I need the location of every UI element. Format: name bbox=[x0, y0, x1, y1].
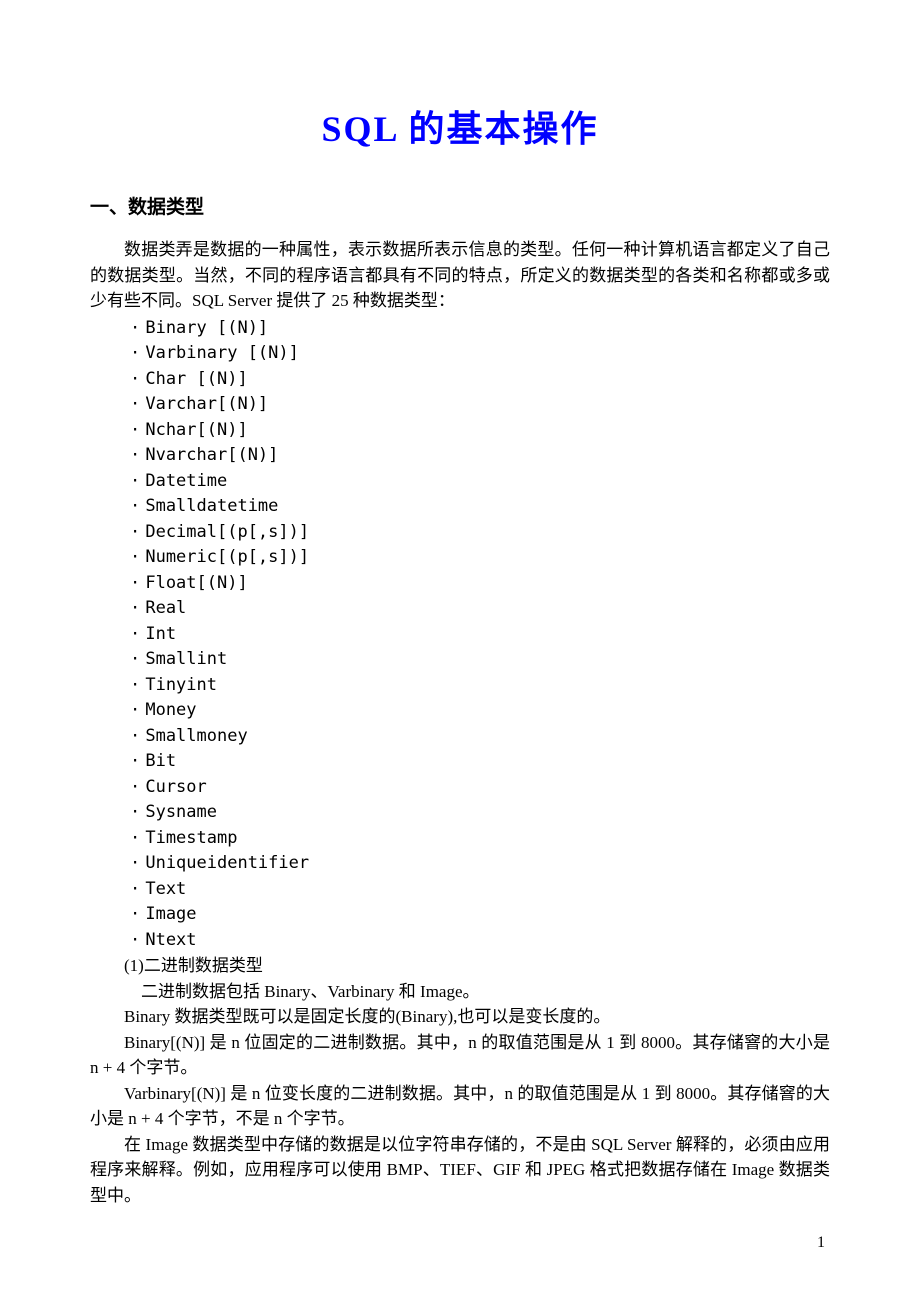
list-item: Uniqueidentifier bbox=[130, 851, 830, 877]
subsection-heading: (1)二进制数据类型 bbox=[124, 953, 830, 979]
list-item: Int bbox=[130, 622, 830, 648]
document-title: SQL 的基本操作 bbox=[90, 100, 830, 152]
subsection-intro: 二进制数据包括 Binary、Varbinary 和 Image。 bbox=[141, 979, 830, 1005]
image-paragraph: 在 Image 数据类型中存储的数据是以位字符串存储的，不是由 SQL Serv… bbox=[90, 1132, 830, 1209]
list-item: Real bbox=[130, 596, 830, 622]
intro-paragraph: 数据类弄是数据的一种属性，表示数据所表示信息的类型。任何一种计算机语言都定义了自… bbox=[90, 237, 830, 314]
list-item: Float[(N)] bbox=[130, 571, 830, 597]
list-item: Smallint bbox=[130, 647, 830, 673]
list-item: Char [(N)] bbox=[130, 367, 830, 393]
list-item: Decimal[(p[,s])] bbox=[130, 520, 830, 546]
list-item: Smallmoney bbox=[130, 724, 830, 750]
list-item: Smalldatetime bbox=[130, 494, 830, 520]
list-item: Bit bbox=[130, 749, 830, 775]
list-item: Timestamp bbox=[130, 826, 830, 852]
list-item: Varchar[(N)] bbox=[130, 392, 830, 418]
section-heading: 一、数据类型 bbox=[90, 192, 830, 219]
page-number: 1 bbox=[817, 1234, 825, 1252]
list-item: Text bbox=[130, 877, 830, 903]
list-item: Sysname bbox=[130, 800, 830, 826]
data-type-list: Binary [(N)] Varbinary [(N)] Char [(N)] … bbox=[130, 316, 830, 954]
list-item: Varbinary [(N)] bbox=[130, 341, 830, 367]
list-item: Numeric[(p[,s])] bbox=[130, 545, 830, 571]
list-item: Image bbox=[130, 902, 830, 928]
list-item: Binary [(N)] bbox=[130, 316, 830, 342]
binary-paragraph-2: Binary[(N)] 是 n 位固定的二进制数据。其中，n 的取值范围是从 1… bbox=[90, 1030, 830, 1081]
list-item: Money bbox=[130, 698, 830, 724]
list-item: Nchar[(N)] bbox=[130, 418, 830, 444]
list-item: Datetime bbox=[130, 469, 830, 495]
list-item: Nvarchar[(N)] bbox=[130, 443, 830, 469]
binary-paragraph-1: Binary 数据类型既可以是固定长度的(Binary),也可以是变长度的。 bbox=[90, 1004, 830, 1030]
list-item: Ntext bbox=[130, 928, 830, 954]
list-item: Tinyint bbox=[130, 673, 830, 699]
varbinary-paragraph: Varbinary[(N)] 是 n 位变长度的二进制数据。其中，n 的取值范围… bbox=[90, 1081, 830, 1132]
list-item: Cursor bbox=[130, 775, 830, 801]
